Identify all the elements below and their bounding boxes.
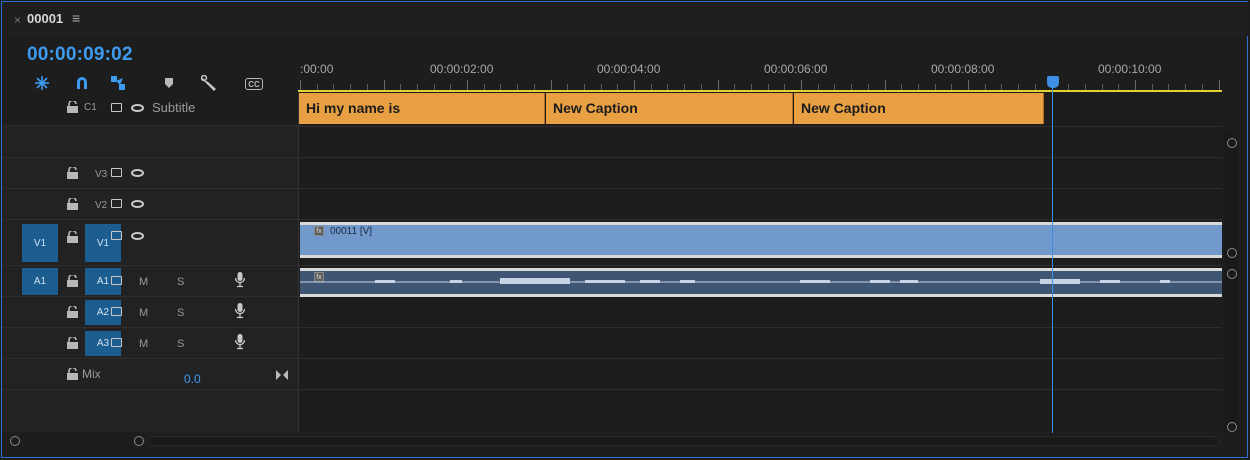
captions-display-button[interactable]: CC [245,78,263,90]
video-clip-name: 00011 [V] [330,226,373,237]
ruler-label: 00:00:06:00 [764,62,828,76]
ruler-tick [884,80,886,90]
panel-menu-icon[interactable]: ≡ [72,10,80,26]
toggle-sync-lock-icon[interactable] [111,168,122,177]
ruler-tick [467,80,468,90]
panel-tab-bar [2,2,1248,36]
lock-icon[interactable] [67,99,78,116]
lock-icon[interactable] [67,335,78,354]
ruler-tick [634,80,635,90]
lock-icon[interactable] [67,196,78,215]
scroll-handle[interactable] [1227,269,1237,279]
ruler-label: 00:00:08:00 [931,62,995,76]
eye-icon[interactable] [131,169,144,177]
wrench-icon[interactable] [200,74,218,92]
mix-volume-value[interactable]: 0.0 [184,372,201,386]
snap-settings-icon[interactable] [34,74,50,92]
add-marker-icon[interactable] [162,74,176,92]
scroll-handle[interactable] [1227,422,1237,432]
microphone-icon[interactable] [234,303,246,324]
ruler-tick [968,80,969,90]
caption-clip[interactable]: New Caption [794,93,1044,124]
caption-clip[interactable]: Hi my name is [299,93,545,124]
source-patch-a1[interactable]: A1 [22,268,58,295]
caption-clip[interactable]: New Caption [546,93,793,124]
toggle-sync-lock-icon[interactable] [111,338,122,347]
track-label-v2: V2 [95,200,108,211]
track-label-c1: C1 [84,102,97,113]
track-row-v3 [2,157,1222,188]
playhead-timecode[interactable]: 00:00:09:02 [27,44,133,66]
zoom-scroll-handle-right[interactable] [134,436,144,446]
audio-waveform [300,278,1222,284]
lock-icon[interactable] [67,165,78,184]
playhead-handle[interactable] [1047,76,1059,88]
ruler-tick [550,80,552,90]
ruler-tick [717,80,719,90]
toggle-sync-lock-icon[interactable] [111,103,122,112]
go-to-in-out-icon[interactable] [276,367,288,385]
ruler-tick [1135,80,1136,90]
solo-button[interactable]: S [177,307,184,319]
zoom-scroll-handle-left[interactable] [10,436,20,446]
ruler-tick [1218,80,1220,90]
ruler-label: 00:00:10:00 [1098,62,1162,76]
ruler-tick [383,80,385,90]
microphone-icon[interactable] [234,272,246,293]
ruler-tick [300,80,301,90]
mute-button[interactable]: M [139,276,148,288]
lock-icon[interactable] [67,366,78,385]
horizontal-scrollbar[interactable] [146,436,1220,446]
snap-magnet-icon[interactable] [74,74,90,92]
eye-icon[interactable] [131,200,144,208]
toggle-sync-lock-icon[interactable] [111,276,122,285]
mix-label: Mix [82,367,101,381]
track-row-v2 [2,188,1222,219]
eye-icon[interactable] [131,232,144,240]
playhead[interactable] [1052,78,1053,433]
linked-selection-icon[interactable] [110,74,126,92]
ruler-label: :00:00 [300,62,334,76]
vertical-scrollbar[interactable] [1224,130,1238,432]
video-clip[interactable] [300,222,1222,258]
ruler-label: 00:00:02:00 [430,62,494,76]
lock-icon[interactable] [67,273,78,292]
mute-button[interactable]: M [139,338,148,350]
solo-button[interactable]: S [177,338,184,350]
toggle-sync-lock-icon[interactable] [111,231,122,240]
scroll-handle[interactable] [1227,138,1237,148]
track-gap-row [2,126,1222,157]
track-row-empty [2,389,1222,420]
microphone-icon[interactable] [234,334,246,355]
solo-button[interactable]: S [177,276,184,288]
track-row-a3 [2,327,1222,358]
ruler-tick [801,80,802,90]
ruler-label: 00:00:04:00 [597,62,661,76]
work-area-bar[interactable] [298,90,1222,92]
toggle-sync-lock-icon[interactable] [111,199,122,208]
fx-badge: fx [314,226,324,236]
sequence-tab[interactable]: 00001 [27,11,63,26]
lock-icon[interactable] [67,304,78,323]
mute-button[interactable]: M [139,307,148,319]
toggle-sync-lock-icon[interactable] [111,307,122,316]
close-icon[interactable]: × [14,13,21,27]
track-target-v1[interactable]: V1 [85,224,121,262]
lock-icon[interactable] [67,229,78,248]
subtitle-track-name: Subtitle [152,100,196,115]
scroll-handle[interactable] [1227,248,1237,258]
source-patch-v1[interactable]: V1 [22,224,58,262]
track-label-v3: V3 [95,169,108,180]
track-row-a2 [2,296,1222,327]
toggle-track-output-icon[interactable] [131,104,144,112]
